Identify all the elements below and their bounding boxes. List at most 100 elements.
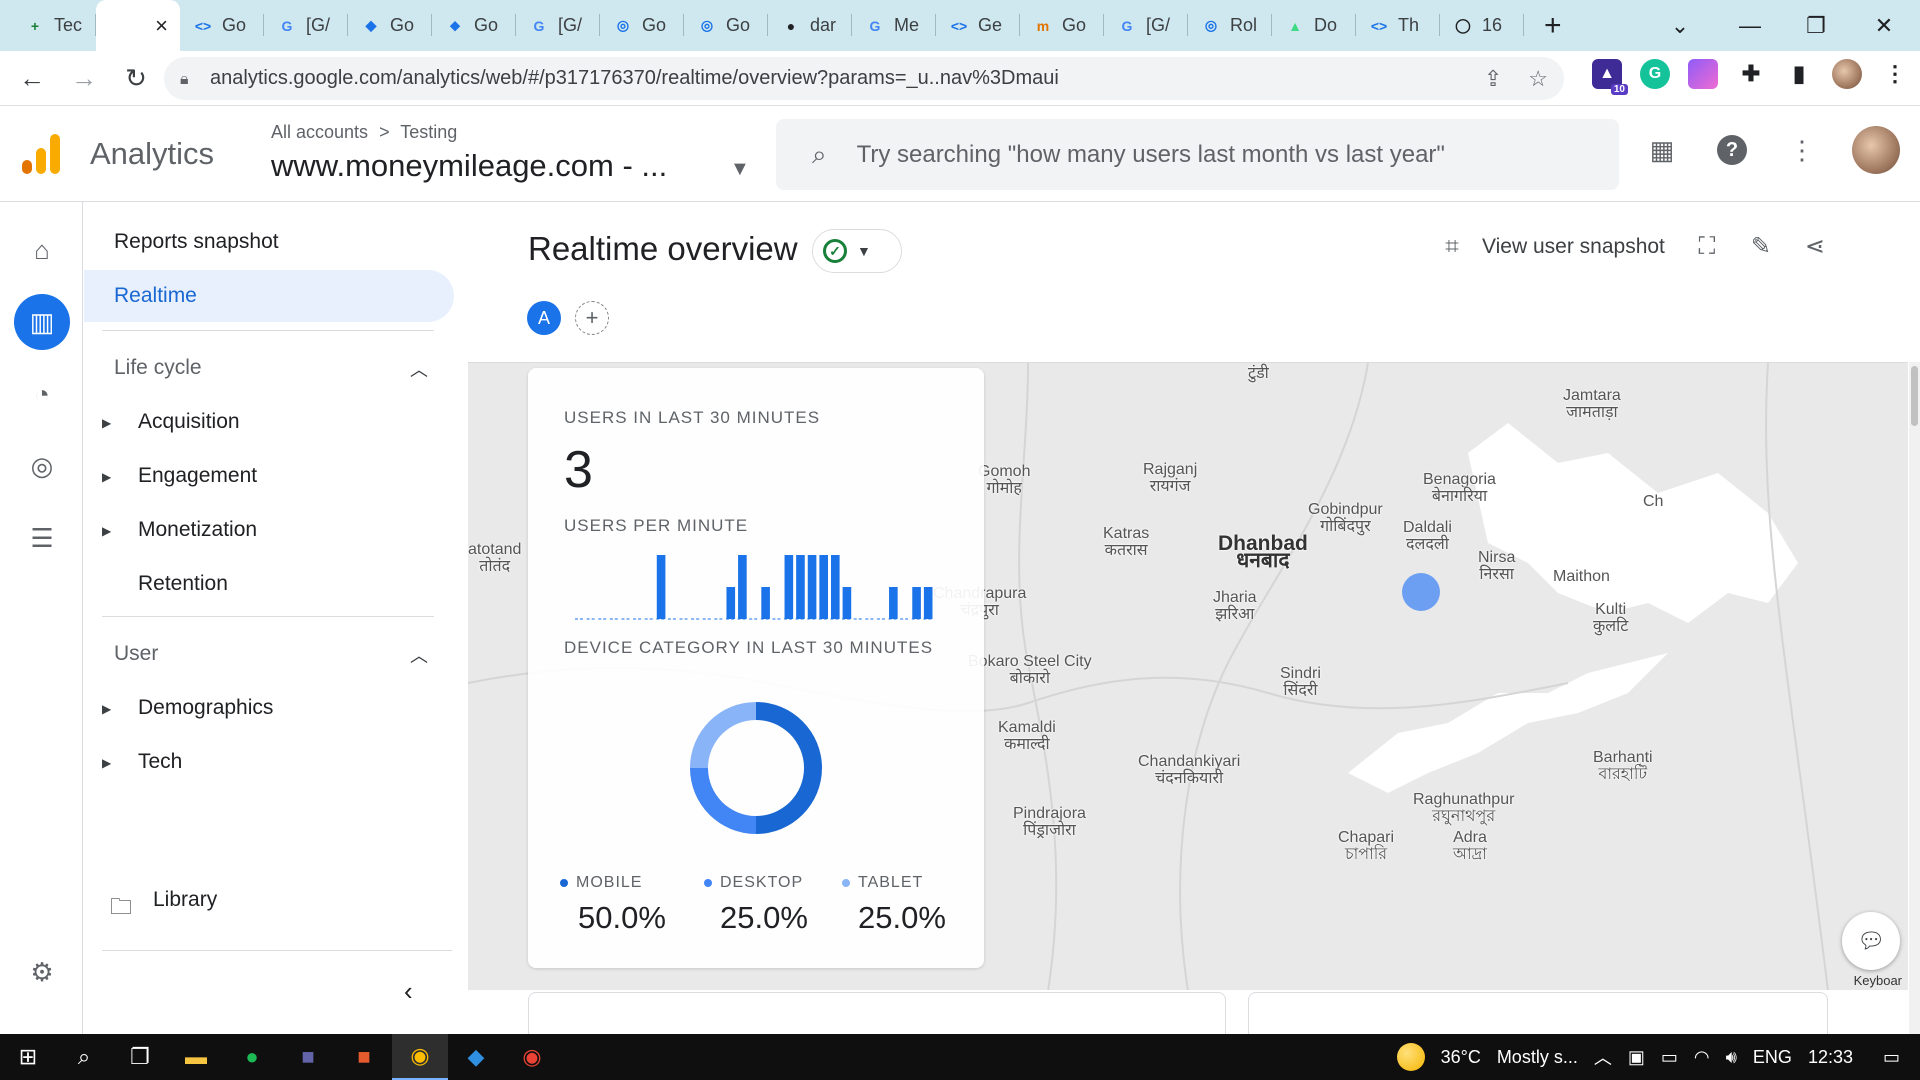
new-tab-icon[interactable]: + — [1544, 9, 1574, 43]
windows-start-icon[interactable]: ⊞ — [0, 1034, 56, 1080]
customize-report-icon[interactable]: ✎ — [1741, 232, 1781, 261]
browser-tab[interactable]: + Tec — [12, 0, 96, 51]
nav-retention[interactable]: Retention — [138, 572, 228, 596]
user-location-marker[interactable] — [1402, 573, 1440, 611]
browser-tab[interactable]: <> Ge — [936, 0, 1020, 51]
browser-tab[interactable]: ◯ 16 — [1440, 0, 1524, 51]
settings-gear-icon[interactable]: ⚙ — [14, 944, 70, 1000]
data-status-dropdown[interactable]: ✓ ▼ — [812, 229, 902, 273]
nav-section-user[interactable]: User — [114, 642, 158, 666]
users-per-minute-bar[interactable] — [726, 587, 736, 619]
feedback-icon[interactable]: 💬︎ — [1842, 912, 1900, 970]
reports-icon[interactable]: ▥ — [14, 294, 70, 350]
add-comparison-icon[interactable]: + — [575, 301, 609, 335]
close-window-icon[interactable]: ✕ — [1854, 0, 1914, 51]
nav-tech[interactable]: Tech — [138, 750, 182, 774]
breadcrumb-all-accounts[interactable]: All accounts — [271, 122, 368, 142]
search-box[interactable]: ⌕ Try searching "how many users last mon… — [776, 119, 1619, 190]
browser-tab[interactable]: ● dar — [768, 0, 852, 51]
configure-list-icon[interactable]: ☰ — [14, 510, 70, 566]
comparison-chip[interactable]: A — [527, 301, 561, 335]
side-panel-icon[interactable]: ▮ — [1784, 59, 1814, 89]
tray-device-icon[interactable]: ▣ — [1628, 1047, 1645, 1068]
minimize-icon[interactable]: — — [1720, 0, 1780, 51]
fullscreen-icon[interactable]: ⛶ — [1687, 233, 1727, 261]
explore-icon[interactable]: ◔ — [14, 366, 70, 422]
users-per-minute-bar[interactable] — [784, 555, 794, 619]
restore-icon[interactable]: ❐ — [1786, 0, 1846, 51]
wifi-icon[interactable]: ◠ — [1694, 1047, 1710, 1068]
expand-arrow-icon[interactable]: ▶ — [102, 416, 111, 430]
nav-engagement[interactable]: Engagement — [138, 464, 257, 488]
language-indicator[interactable]: ENG — [1753, 1047, 1792, 1068]
task-view-icon[interactable]: ❐ — [112, 1034, 168, 1080]
share-icon[interactable]: ⋖ — [1795, 232, 1835, 261]
notifications-icon[interactable]: ▭ — [1883, 1047, 1900, 1068]
apps-grid-icon[interactable]: ▦ — [1642, 130, 1682, 170]
tab-search-icon[interactable]: ⌄ — [1650, 0, 1710, 51]
browser-tab[interactable]: G [G/ — [516, 0, 600, 51]
donut-slice-mobile[interactable] — [756, 702, 822, 834]
advertising-icon[interactable]: ◎ — [14, 438, 70, 494]
users-per-minute-bar[interactable] — [889, 587, 898, 619]
color-extension-icon[interactable] — [1688, 59, 1718, 89]
browser-tab[interactable]: ⬥ Go — [432, 0, 516, 51]
browser-tab[interactable]: ◆ Go — [348, 0, 432, 51]
property-selector[interactable]: www.moneymileage.com - ... — [271, 148, 667, 184]
users-per-minute-bar[interactable] — [796, 555, 805, 619]
reload-icon[interactable]: ↻ — [116, 58, 156, 98]
users-per-minute-bar[interactable] — [738, 555, 747, 619]
browser-tab[interactable]: G [G/ — [264, 0, 348, 51]
browser-tab[interactable]: ◎ Go — [684, 0, 768, 51]
expand-arrow-icon[interactable]: ▶ — [102, 524, 111, 538]
teams-icon[interactable]: ■ — [280, 1034, 336, 1080]
user-snapshot-icon[interactable]: ⌗ — [1432, 233, 1472, 261]
grammarly-icon[interactable]: G — [1640, 59, 1670, 89]
nav-reports-snapshot[interactable]: Reports snapshot — [114, 230, 279, 254]
browser-tab[interactable]: <> Th — [1356, 0, 1440, 51]
browser-tab[interactable]: ◎ Rol — [1188, 0, 1272, 51]
nav-monetization[interactable]: Monetization — [138, 518, 257, 542]
temperature[interactable]: 36°C — [1441, 1047, 1481, 1068]
collapse-chevron-icon[interactable]: ‹ — [404, 976, 413, 1007]
vscode-icon[interactable]: ◆ — [448, 1034, 504, 1080]
back-icon[interactable]: ← — [12, 58, 52, 98]
users-per-minute-bar[interactable] — [807, 555, 817, 619]
browser-tab[interactable]: × — [96, 0, 180, 51]
caret-down-icon[interactable]: ▼ — [730, 158, 750, 181]
account-avatar[interactable] — [1852, 126, 1900, 174]
chrome-menu-icon[interactable]: ⋮ — [1880, 59, 1910, 89]
search-icon[interactable]: ⌕ — [56, 1034, 112, 1080]
bookmark-star-icon[interactable]: ☆ — [1528, 66, 1548, 92]
expand-arrow-icon[interactable]: ▶ — [102, 756, 111, 770]
nav-acquisition[interactable]: Acquisition — [138, 410, 240, 434]
scrollbar[interactable] — [1909, 362, 1920, 1034]
puzzle-icon[interactable]: ✚ — [1736, 59, 1766, 89]
users-per-minute-bar[interactable] — [819, 555, 828, 619]
volume-icon[interactable]: 🔊︎ — [1726, 1047, 1737, 1068]
weather-icon[interactable] — [1396, 1043, 1425, 1071]
help-icon[interactable]: ? — [1712, 130, 1752, 170]
browser-tab[interactable]: ▲ Do — [1272, 0, 1356, 51]
users-per-minute-bar[interactable] — [761, 587, 770, 619]
users-per-minute-bar[interactable] — [830, 555, 840, 619]
chevron-up-icon[interactable]: ︿ — [410, 642, 428, 668]
nav-demographics[interactable]: Demographics — [138, 696, 273, 720]
keyboard-shortcuts-label[interactable]: Keyboar — [1854, 973, 1902, 988]
weather-text[interactable]: Mostly s... — [1497, 1047, 1578, 1068]
donut-slice-tablet[interactable] — [690, 702, 756, 768]
users-per-minute-bar[interactable] — [842, 587, 852, 619]
tray-chevron-icon[interactable]: ︿ — [1594, 1044, 1612, 1070]
browser-tab[interactable]: <> Go — [180, 0, 264, 51]
browser-tab[interactable]: ◎ Go — [600, 0, 684, 51]
graduation-extension-icon[interactable]: ▲ 10 — [1592, 59, 1628, 95]
app-icon[interactable]: ■ — [336, 1034, 392, 1080]
browser-tab[interactable]: m Go — [1020, 0, 1104, 51]
expand-arrow-icon[interactable]: ▶ — [102, 702, 111, 716]
browser-tab[interactable]: G [G/ — [1104, 0, 1188, 51]
battery-icon[interactable]: ▭ — [1661, 1047, 1678, 1068]
users-per-minute-bar[interactable] — [923, 587, 933, 619]
chrome-icon[interactable]: ◉ — [392, 1034, 448, 1080]
clock[interactable]: 12:33 — [1808, 1047, 1853, 1068]
address-bar[interactable]: 🔒︎ analytics.google.com/analytics/web/#/… — [164, 57, 1564, 100]
